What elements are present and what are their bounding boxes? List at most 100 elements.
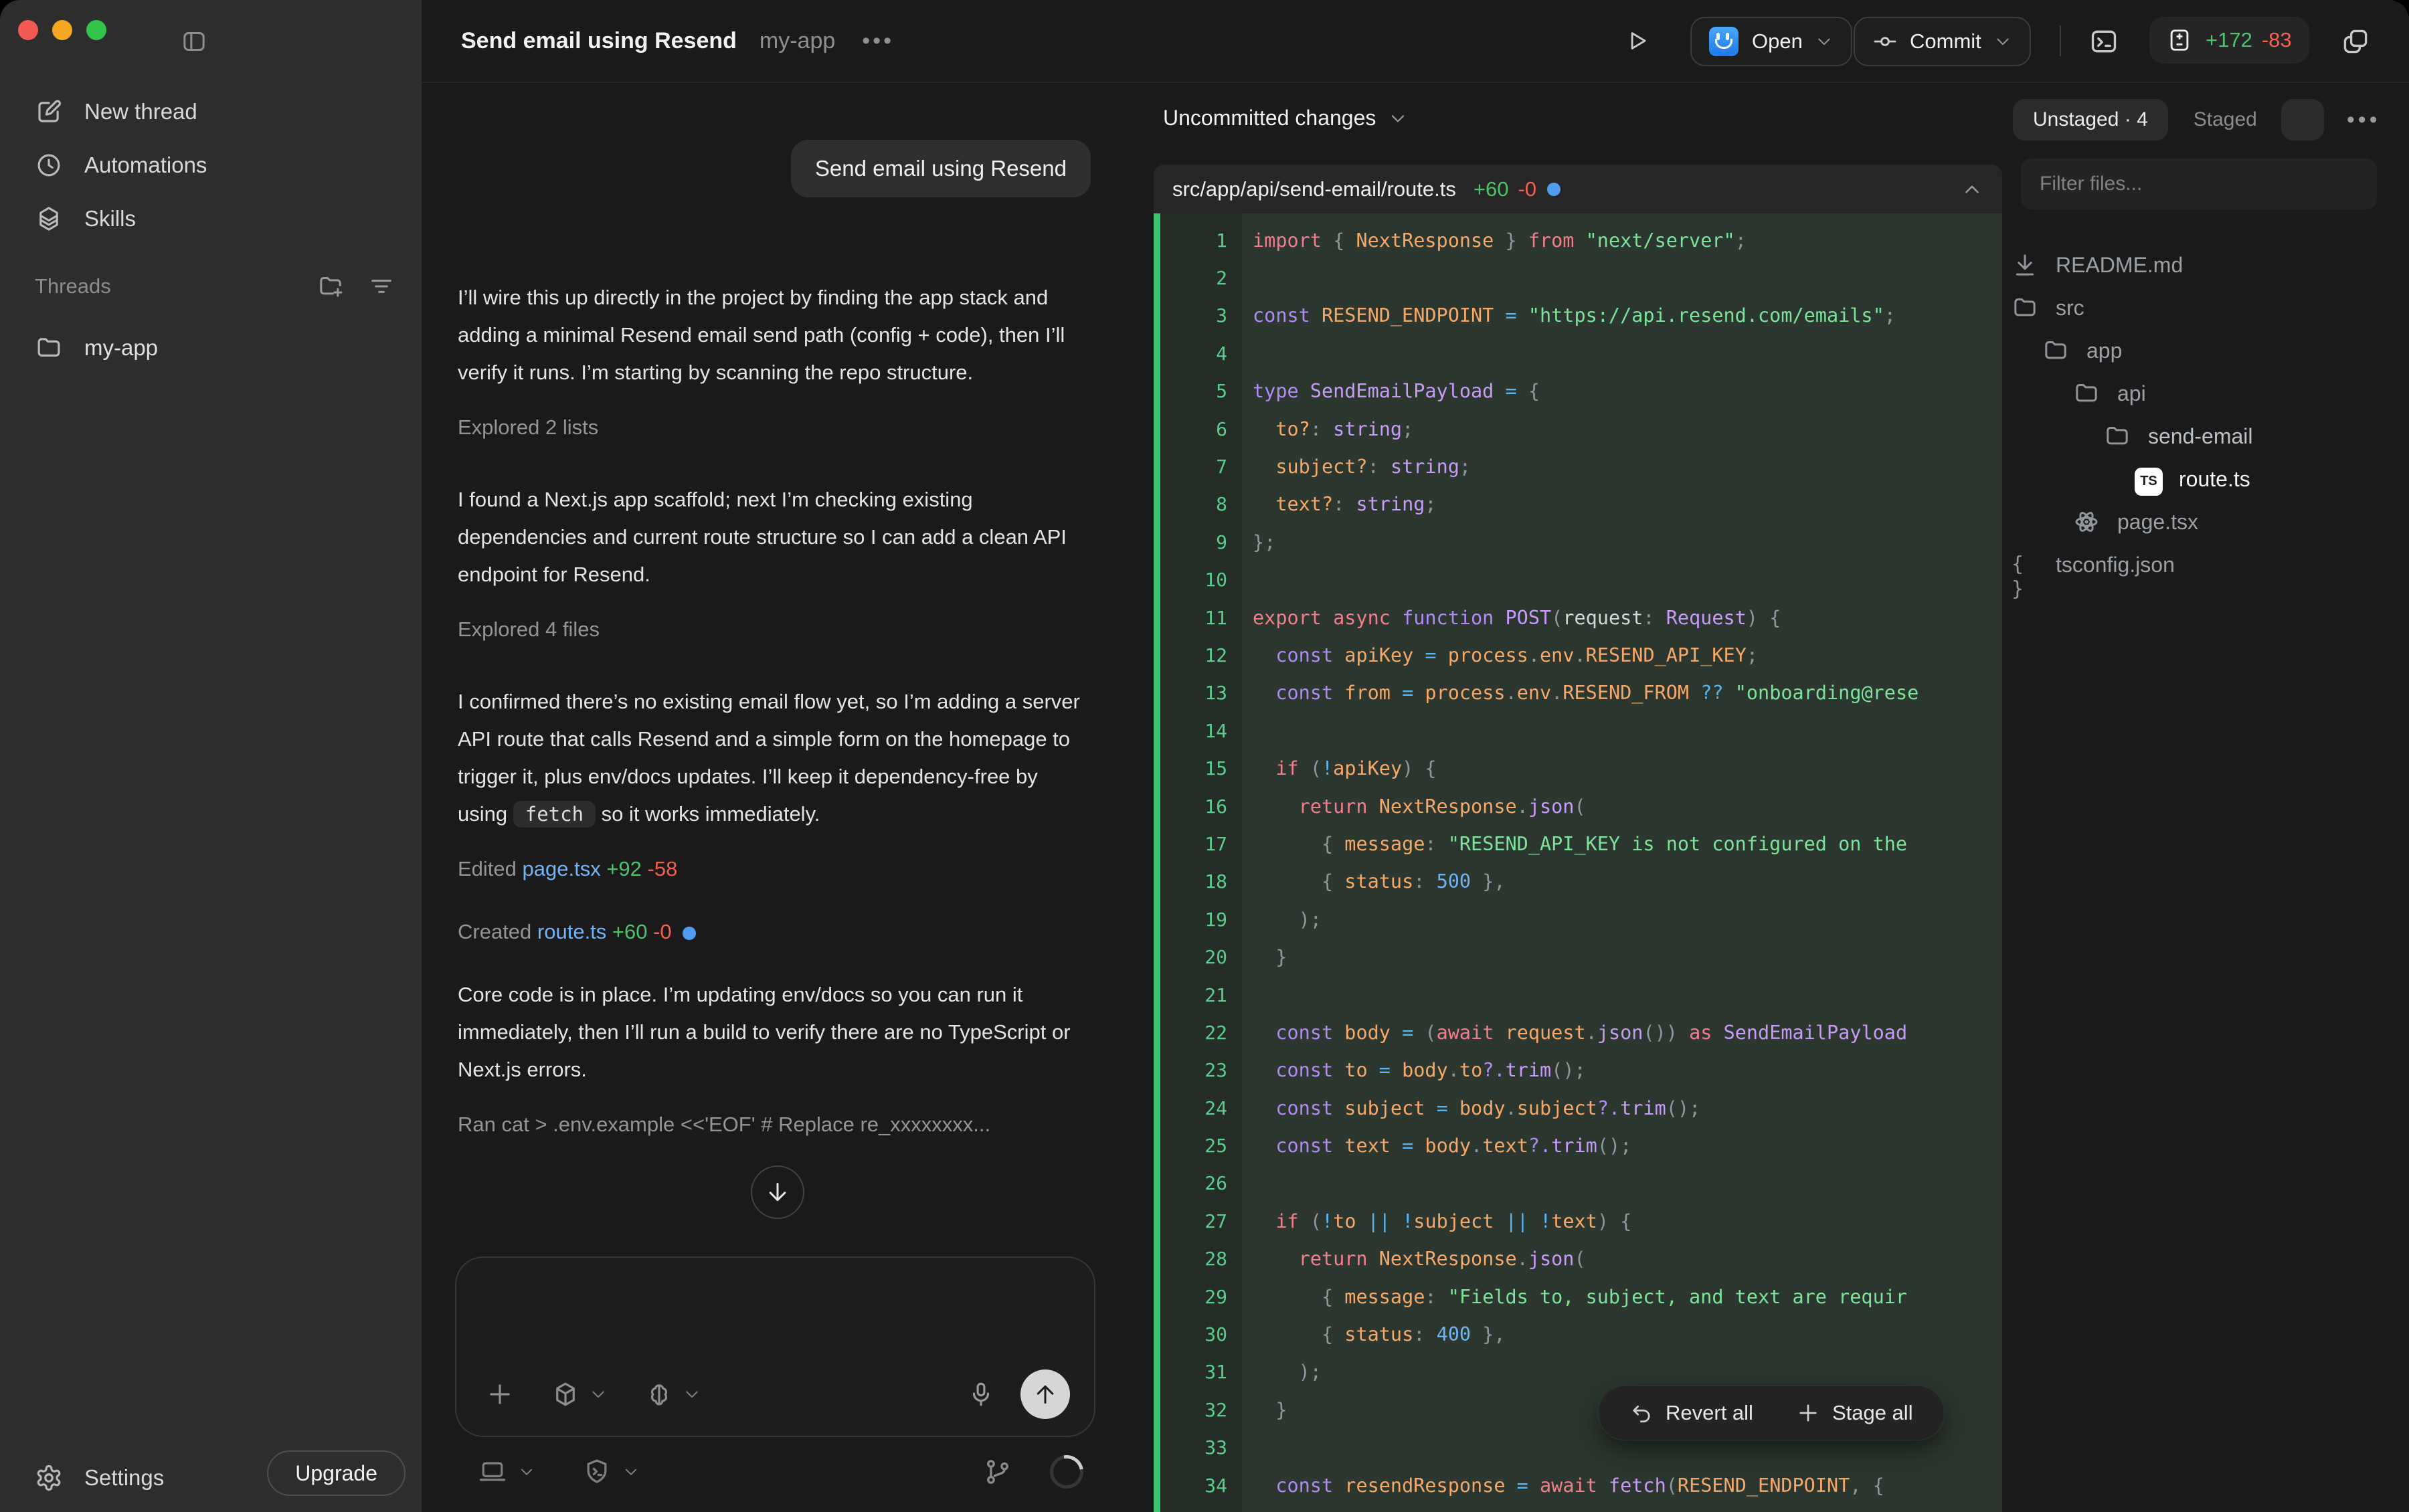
threads-list: my-app: [0, 322, 422, 373]
diff-file-icon: [2167, 27, 2192, 53]
files-more-button[interactable]: •••: [2347, 107, 2381, 133]
minimize-window-button[interactable]: [52, 20, 72, 40]
sidebar: New threadAutomationsSkills Threads my-a…: [0, 0, 422, 1512]
chevron-down-icon[interactable]: [518, 1463, 535, 1481]
close-window-button[interactable]: [18, 20, 38, 40]
diff-stats-button[interactable]: +172 -83: [2149, 17, 2309, 64]
tree-item-send-email[interactable]: send-email: [2012, 415, 2400, 458]
stage-all-label: Stage all: [1832, 1401, 1913, 1425]
filter-threads-icon[interactable]: [368, 273, 395, 300]
tree-item-api[interactable]: api: [2012, 372, 2400, 415]
stacked-folders-button[interactable]: [2281, 99, 2324, 140]
revert-all-button[interactable]: Revert all: [1629, 1401, 1753, 1425]
line-number: 4: [1154, 343, 1243, 365]
git-branch-icon[interactable]: [983, 1457, 1012, 1487]
chevron-down-icon[interactable]: [589, 1385, 608, 1404]
sidebar-item-automations[interactable]: Automations: [0, 138, 422, 192]
message-input[interactable]: [455, 1256, 1095, 1437]
workspace-name[interactable]: my-app: [760, 28, 835, 54]
code-line: 12 const apiKey = process.env.RESEND_API…: [1154, 636, 2002, 674]
sidebar-item-label: Automations: [84, 153, 207, 178]
code-line: 34 const resendResponse = await fetch(RE…: [1154, 1467, 2002, 1504]
line-number: 12: [1154, 644, 1243, 666]
sidebar-item-skills[interactable]: Skills: [0, 192, 422, 246]
tree-item-label: page.tsx: [2117, 510, 2198, 535]
chevron-down-icon[interactable]: [683, 1385, 701, 1404]
send-button[interactable]: [1020, 1369, 1070, 1419]
code-line: 24 const subject = body.subject?.trim();: [1154, 1089, 2002, 1127]
line-number: 26: [1154, 1172, 1243, 1194]
traffic-lights: [18, 20, 106, 40]
code-line: 4: [1154, 335, 2002, 372]
code-line: 10: [1154, 561, 2002, 599]
line-number: 19: [1154, 909, 1243, 931]
changes-section-header[interactable]: Uncommitted changes: [1163, 106, 1408, 130]
tab-unstaged[interactable]: Unstaged · 4: [2013, 99, 2168, 140]
model-cube-icon[interactable]: [551, 1380, 579, 1408]
code-line: 19 );: [1154, 901, 2002, 938]
line-number: 15: [1154, 757, 1243, 779]
topbar-divider: [2060, 25, 2061, 56]
line-number: 27: [1154, 1210, 1243, 1232]
stage-all-button[interactable]: Stage all: [1796, 1401, 1913, 1425]
tree-item-page-tsx[interactable]: page.tsx: [2012, 500, 2400, 543]
open-button[interactable]: Open: [1690, 17, 1852, 66]
filter-files-input[interactable]: [2021, 159, 2377, 209]
zoom-window-button[interactable]: [86, 20, 106, 40]
compose-icon: [35, 98, 63, 126]
chevron-down-icon[interactable]: [622, 1463, 640, 1481]
tree-item-label: api: [2117, 381, 2146, 406]
tab-staged[interactable]: Staged: [2194, 108, 2257, 131]
sidebar-item-settings[interactable]: Settings: [35, 1464, 164, 1492]
run-play-button[interactable]: [1625, 28, 1650, 54]
line-number: 25: [1154, 1135, 1243, 1157]
tree-item-readme-md[interactable]: README.md: [2012, 244, 2400, 286]
folder-icon: [35, 334, 63, 362]
file-link[interactable]: route.ts: [537, 920, 606, 943]
code-line: 3const RESEND_ENDPOINT = "https://api.re…: [1154, 297, 2002, 335]
sidebar-item-my-app[interactable]: my-app: [0, 322, 422, 373]
tree-item-tsconfig-json[interactable]: { }tsconfig.json: [2012, 543, 2400, 586]
diff-file-header[interactable]: src/app/api/send-email/route.ts +60 -0: [1154, 165, 2002, 213]
code-line: 2: [1154, 259, 2002, 296]
line-number: 34: [1154, 1475, 1243, 1497]
line-number: 21: [1154, 984, 1243, 1006]
unsaved-dot: [1547, 183, 1560, 196]
code-line: 21: [1154, 976, 2002, 1014]
code-line: 26: [1154, 1165, 2002, 1202]
arrow-down-icon: [764, 1179, 791, 1206]
line-number: 24: [1154, 1097, 1243, 1119]
chat-thread: Send email using Resend I’ll wire this u…: [458, 140, 1091, 1250]
file-added-count: +60: [1474, 177, 1509, 201]
commit-button[interactable]: Commit: [1854, 17, 2031, 66]
settings-label: Settings: [84, 1465, 164, 1491]
line-number: 33: [1154, 1436, 1243, 1458]
sidebar-item-new-thread[interactable]: New thread: [0, 85, 422, 138]
machine-laptop-icon[interactable]: [478, 1457, 507, 1487]
screens-icon[interactable]: [2341, 27, 2370, 56]
file-link[interactable]: page.tsx: [523, 857, 601, 880]
upgrade-button[interactable]: Upgrade: [267, 1450, 406, 1496]
open-button-label: Open: [1752, 29, 1803, 54]
terminal-icon[interactable]: [2089, 27, 2119, 56]
attach-plus-icon[interactable]: [486, 1380, 514, 1408]
scroll-to-bottom-button[interactable]: [751, 1165, 804, 1219]
unsaved-dot: [683, 927, 696, 940]
mic-icon[interactable]: [967, 1380, 995, 1408]
tree-item-app[interactable]: app: [2012, 329, 2400, 372]
gear-icon: [35, 1464, 63, 1492]
tree-item-route-ts[interactable]: TSroute.ts: [2012, 458, 2400, 500]
thread-more-button[interactable]: •••: [862, 28, 894, 54]
sidebar-toggle-icon[interactable]: [181, 28, 207, 55]
changes-section-label: Uncommitted changes: [1163, 106, 1376, 130]
tree-item-src[interactable]: src: [2012, 286, 2400, 329]
reasoning-brain-icon[interactable]: [645, 1380, 673, 1408]
assistant-paragraph: Core code is in place. I’m updating env/…: [458, 976, 1091, 1089]
diff-actions: Revert all Stage all: [1598, 1386, 1945, 1440]
tree-item-label: route.ts: [2179, 467, 2250, 492]
collapse-chevron-icon[interactable]: [1961, 178, 1983, 201]
new-folder-icon[interactable]: [317, 273, 344, 300]
permissions-shield-icon[interactable]: [582, 1457, 612, 1487]
chevron-down-icon: [1388, 108, 1408, 128]
code-line: 8 text?: string;: [1154, 486, 2002, 523]
